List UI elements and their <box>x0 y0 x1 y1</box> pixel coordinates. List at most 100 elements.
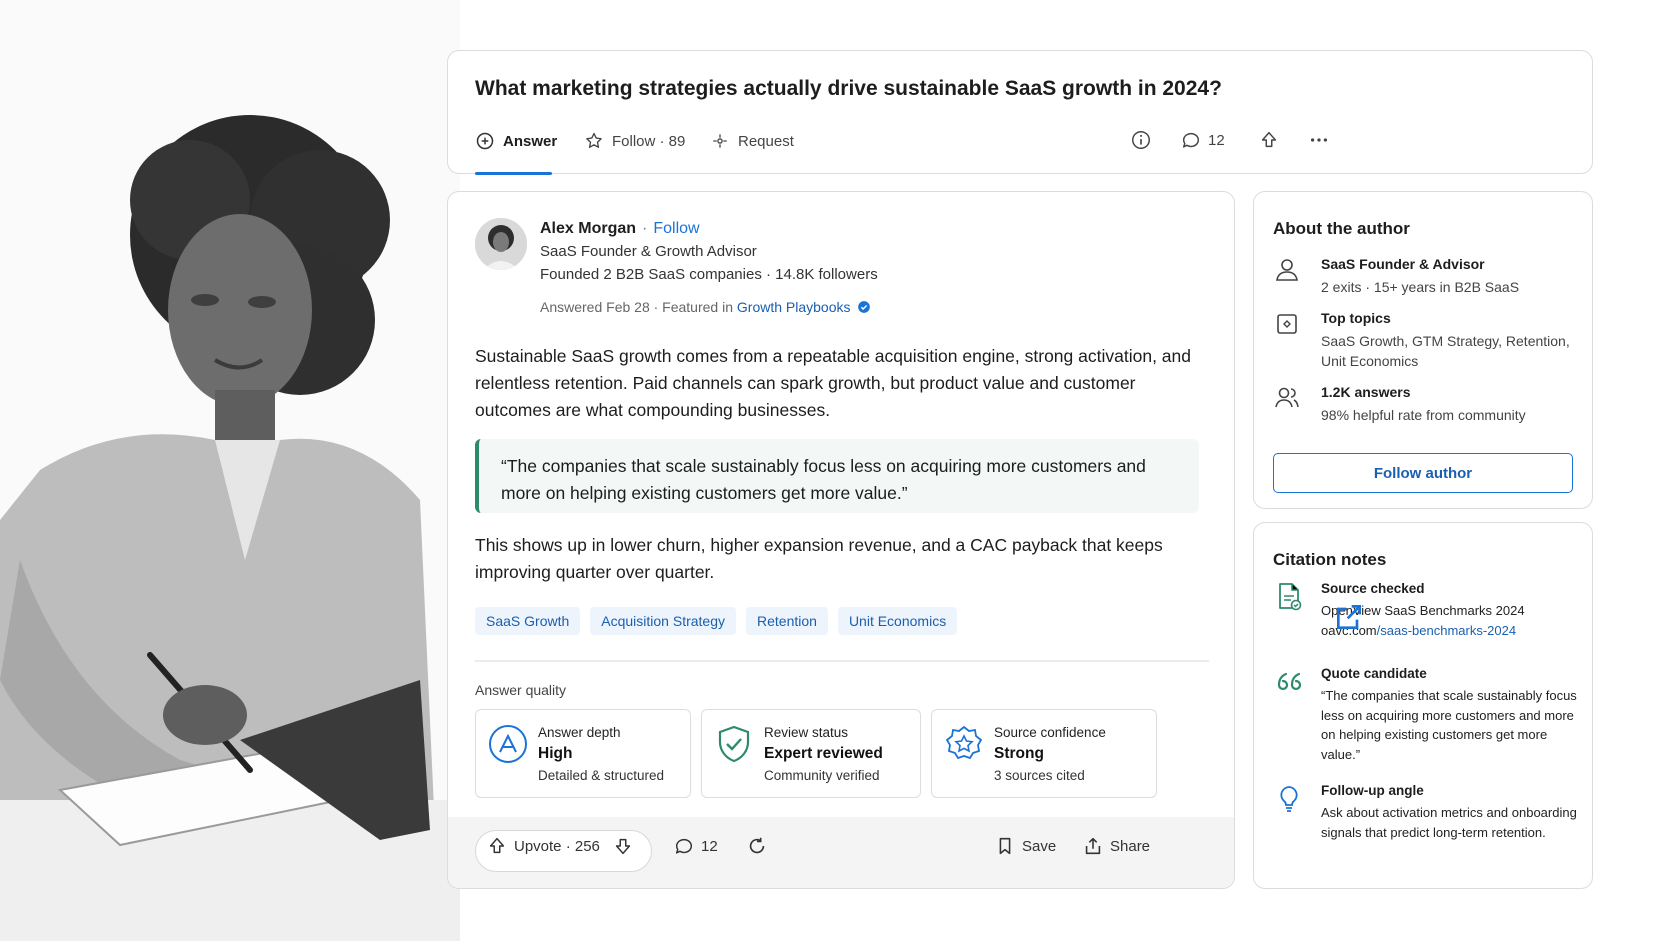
share-button[interactable]: Share <box>1082 835 1150 857</box>
comment-icon <box>675 838 693 854</box>
answer-actions-bar: Upvote · 256 12 Save Share <box>448 817 1234 888</box>
answer-card: Alex Morgan · Follow SaaS Founder & Grow… <box>447 191 1235 889</box>
upvote-question-button[interactable] <box>1258 129 1280 151</box>
quality-value: Strong <box>994 745 1044 762</box>
citation-source-detail: OpenView SaaS Benchmarks 2024 oavc.com/s… <box>1321 601 1583 640</box>
tag-saas-growth[interactable]: SaaS Growth <box>475 607 581 635</box>
answer-icon <box>476 132 494 150</box>
quality-note: 3 sources cited <box>994 768 1085 783</box>
author-title: SaaS Founder & Growth Advisor <box>540 243 757 260</box>
citations-heading: Citation notes <box>1273 550 1387 569</box>
quality-label: Source confidence <box>994 725 1106 740</box>
citation-notes-card: Citation notes Source checked OpenView S… <box>1253 522 1593 889</box>
follow-author-link[interactable]: Follow <box>653 220 699 238</box>
citation-title: Follow-up angle <box>1321 783 1424 798</box>
answer-comments-count: 12 <box>701 837 718 855</box>
info-icon <box>1132 131 1150 149</box>
answer-meta: Answered Feb 28 · Featured in Growth Pla… <box>540 299 871 315</box>
answer-comments-button[interactable]: 12 <box>673 835 718 857</box>
quality-source-confidence: Source confidence Strong 3 sources cited <box>931 709 1157 798</box>
request-button[interactable]: Request <box>710 131 794 151</box>
upvote-button[interactable]: Upvote · 256 <box>486 835 600 857</box>
about-item-title: SaaS Founder & Advisor <box>1321 256 1485 272</box>
quality-label: Review status <box>764 725 849 740</box>
active-tab-indicator <box>475 172 552 175</box>
featured-link[interactable]: Growth Playbooks <box>737 299 851 315</box>
author-name[interactable]: Alex Morgan <box>540 220 636 238</box>
shield-check-icon <box>718 725 750 763</box>
external-link-icon[interactable] <box>1333 601 1365 633</box>
avatar[interactable] <box>475 218 527 270</box>
quality-value: High <box>538 745 573 762</box>
quality-label: Answer depth <box>538 725 621 740</box>
quality-note: Detailed & structured <box>538 768 665 783</box>
about-item-desc: 2 exits · 15+ years in B2B SaaS <box>1321 279 1520 295</box>
tag-list: SaaS Growth Acquisition Strategy Retenti… <box>475 607 958 635</box>
lightbulb-icon <box>1280 786 1298 812</box>
refresh-icon <box>749 837 765 854</box>
divider <box>475 660 1209 662</box>
follow-author-button[interactable]: Follow author <box>1273 453 1573 493</box>
share-icon <box>1085 837 1101 855</box>
citation-quote-text: “The companies that scale sustainably fo… <box>1321 688 1577 762</box>
save-button[interactable]: Save <box>994 835 1056 857</box>
answer-paragraph-1: Sustainable SaaS growth comes from a rep… <box>475 346 1191 420</box>
tag-acquisition-strategy[interactable]: Acquisition Strategy <box>590 607 736 635</box>
downvote-icon <box>615 838 631 855</box>
about-item-title: 1.2K answers <box>1321 384 1411 400</box>
about-heading: About the author <box>1273 219 1410 238</box>
citation-followup-text: Ask about activation metrics and onboard… <box>1321 805 1577 840</box>
bookmark-icon <box>999 837 1011 855</box>
verified-icon <box>858 301 871 313</box>
info-button[interactable] <box>1130 129 1152 151</box>
star-icon <box>586 132 602 148</box>
about-item-desc: 98% helpful rate from community <box>1321 407 1526 423</box>
citation-source-url[interactable]: oavc.com/saas-benchmarks-2024 <box>1321 605 1583 641</box>
topics-icon <box>1277 314 1297 334</box>
answer-date: Answered Feb 28 · Featured in <box>540 299 737 315</box>
repost-button[interactable] <box>746 835 768 857</box>
follow-question-button[interactable]: Follow · 89 <box>584 131 685 151</box>
quote-icon <box>1277 672 1302 691</box>
tag-retention[interactable]: Retention <box>746 607 828 635</box>
quality-answer-depth: Answer depth High Detailed & structured <box>475 709 691 798</box>
about-item-desc: SaaS Growth, GTM Strategy, Retention, Un… <box>1321 333 1570 369</box>
upvote-icon <box>489 837 505 854</box>
downvote-button[interactable] <box>612 835 634 857</box>
author-bio: Founded 2 B2B SaaS companies · 14.8K fol… <box>540 266 878 283</box>
url-path: /saas-benchmarks-2024 <box>1376 622 1517 638</box>
upvote-label: Upvote · 256 <box>514 837 600 855</box>
request-icon <box>713 134 727 148</box>
request-label: Request <box>738 132 794 150</box>
citation-title: Source checked <box>1321 581 1425 596</box>
depth-icon <box>489 725 527 763</box>
answer-tab-label: Answer <box>503 132 558 150</box>
badge-star-icon <box>945 725 983 760</box>
share-label: Share <box>1110 837 1151 855</box>
people-icon <box>1275 387 1299 408</box>
comment-icon <box>1182 132 1200 148</box>
quality-value: Expert reviewed <box>764 745 883 762</box>
document-check-icon <box>1279 583 1302 611</box>
person-icon <box>1276 259 1298 281</box>
follow-question-label: Follow · 89 <box>612 132 686 150</box>
question-title: What marketing strategies actually drive… <box>475 77 1222 100</box>
citation-title: Quote candidate <box>1321 666 1427 681</box>
answer-quality-label: Answer quality <box>475 682 567 698</box>
answer-quote: “The companies that scale sustainably fo… <box>475 439 1199 513</box>
quality-note: Community verified <box>764 768 880 783</box>
answer-tab[interactable]: Answer <box>475 131 557 151</box>
about-author-card: About the author SaaS Founder & Advisor … <box>1253 191 1593 509</box>
upvote-icon <box>1261 131 1277 148</box>
answer-paragraph-2: This shows up in lower churn, higher exp… <box>475 535 1163 582</box>
more-button[interactable] <box>1308 129 1330 151</box>
name-separator: · <box>642 220 648 237</box>
question-comments-button[interactable]: 12 <box>1180 129 1225 151</box>
quality-review-status: Review status Expert reviewed Community … <box>701 709 921 798</box>
hero-photo <box>0 0 460 941</box>
about-item-title: Top topics <box>1321 310 1391 326</box>
question-comments-count: 12 <box>1208 131 1225 149</box>
tag-unit-economics[interactable]: Unit Economics <box>837 607 958 635</box>
save-label: Save <box>1022 837 1057 855</box>
question-card: What marketing strategies actually drive… <box>447 50 1593 175</box>
